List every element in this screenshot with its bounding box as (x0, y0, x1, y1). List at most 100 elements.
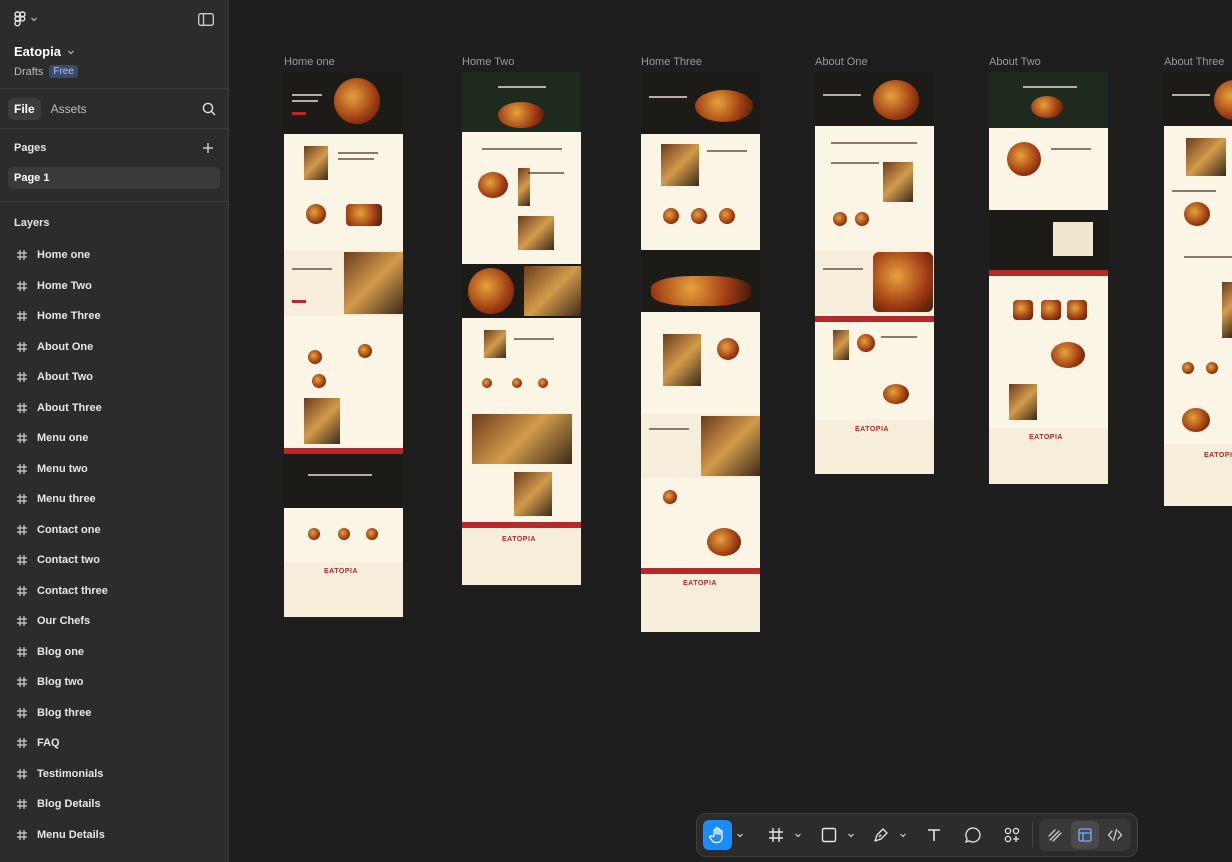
text-tool-button[interactable] (919, 820, 948, 850)
draw-mode-button[interactable] (1041, 821, 1069, 849)
frame-tool-dropdown[interactable] (792, 820, 804, 850)
layer-label: Home one (37, 249, 91, 262)
toolbar-divider (1031, 822, 1033, 848)
design-mode-button[interactable] (1070, 821, 1099, 849)
layer-item-home-one[interactable]: Home one (0, 240, 228, 271)
layer-item-contact-two[interactable]: Contact two (0, 545, 228, 576)
layer-label: Blog three (37, 706, 92, 719)
layer-item-menu-two[interactable]: Menu two (0, 454, 228, 485)
frame-hash-icon (16, 280, 28, 292)
actions-icon (1003, 826, 1021, 844)
layer-item-contact-one[interactable]: Contact one (0, 515, 228, 546)
rectangle-tool-button[interactable] (814, 820, 843, 850)
frame-label-about-one[interactable]: About One (815, 56, 868, 68)
layer-item-blog-two[interactable]: Blog two (0, 667, 228, 698)
frame-hash-icon (16, 402, 28, 414)
layer-item-home-three[interactable]: Home Three (0, 301, 228, 332)
toggle-sidebar-icon[interactable] (198, 12, 214, 26)
frame-home-three[interactable]: EATOPIA (641, 72, 760, 632)
frame-hash-icon (16, 798, 28, 810)
layer-item-menu-three[interactable]: Menu three (0, 484, 228, 515)
pen-tool-dropdown[interactable] (898, 820, 910, 850)
layer-item-contact-three[interactable]: Contact three (0, 576, 228, 607)
frame-brand-logo: EATOPIA (324, 568, 358, 575)
frame-label-home-three[interactable]: Home Three (641, 56, 702, 68)
draw-icon (1047, 827, 1063, 843)
frame-hash-icon (16, 768, 28, 780)
layer-label: Home Two (37, 279, 92, 292)
dev-mode-button[interactable] (1101, 821, 1129, 849)
frame-home-two[interactable]: EATOPIA (462, 72, 581, 585)
layer-item-blog-three[interactable]: Blog three (0, 698, 228, 729)
chevron-down-icon (30, 15, 38, 23)
rectangle-icon (821, 827, 837, 843)
frame-hash-icon (16, 249, 28, 261)
file-location[interactable]: Drafts (14, 66, 43, 78)
shape-tool-dropdown[interactable] (845, 820, 857, 850)
layer-item-blog-details[interactable]: Blog Details (0, 789, 228, 820)
frame-hash-icon (16, 310, 28, 322)
layer-item-menu-details[interactable]: Menu Details (0, 820, 228, 851)
hand-icon (708, 826, 726, 844)
code-icon (1107, 827, 1123, 843)
tab-file[interactable]: File (8, 97, 41, 120)
frame-brand-logo: EATOPIA (502, 536, 536, 543)
frame-about-three[interactable]: EATOPIA (1164, 72, 1232, 506)
layer-item-about-one[interactable]: About One (0, 332, 228, 363)
layer-label: Blog one (37, 645, 85, 658)
frame-brand-logo: EATOPIA (855, 426, 889, 433)
frame-hash-icon (16, 371, 28, 383)
layer-item-our-chefs[interactable]: Our Chefs (0, 606, 228, 637)
main-menu-button[interactable] (14, 11, 38, 27)
layer-label: About Three (37, 401, 102, 414)
comment-tool-button[interactable] (958, 820, 987, 850)
hand-tool-dropdown[interactable] (734, 820, 746, 850)
hand-tool-button[interactable] (703, 820, 732, 850)
frame-label-home-one[interactable]: Home one (284, 56, 335, 68)
left-sidebar: Eatopia Drafts Free File Assets Pages Pa… (0, 0, 229, 862)
figma-app: Eatopia Drafts Free File Assets Pages Pa… (0, 0, 1232, 862)
layer-item-blog-one[interactable]: Blog one (0, 637, 228, 668)
tab-assets[interactable]: Assets (45, 98, 93, 120)
frame-label-about-two[interactable]: About Two (989, 56, 1041, 68)
layers-section: Layers Home one Home Two Home Three About O… (0, 202, 228, 850)
layer-label: Contact one (37, 523, 101, 536)
layers-list: Home one Home Two Home Three About One About… (0, 240, 228, 850)
layer-item-testimonials[interactable]: Testimonials (0, 759, 228, 790)
layer-label: Blog two (37, 676, 84, 689)
layer-item-about-three[interactable]: About Three (0, 393, 228, 424)
frame-about-two[interactable]: EATOPIA (989, 72, 1108, 484)
add-page-icon[interactable] (202, 142, 214, 154)
layer-item-about-two[interactable]: About Two (0, 362, 228, 393)
frame-home-one[interactable]: EATOPIA (284, 72, 403, 617)
frame-hash-icon (16, 463, 28, 475)
layer-item-faq[interactable]: FAQ (0, 728, 228, 759)
comment-icon (964, 826, 982, 844)
search-icon[interactable] (202, 102, 216, 116)
frame-tool-button[interactable] (762, 820, 791, 850)
file-name-button[interactable]: Eatopia (14, 44, 214, 59)
actions-tool-button[interactable] (997, 820, 1026, 850)
frame-brand-logo: EATOPIA (1204, 452, 1232, 459)
frame-label-home-two[interactable]: Home Two (462, 56, 514, 68)
pen-tool-button[interactable] (867, 820, 896, 850)
chevron-down-icon (736, 831, 744, 839)
frame-hash-icon (16, 341, 28, 353)
frame-brand-logo: EATOPIA (683, 580, 717, 587)
layer-item-menu-one[interactable]: Menu one (0, 423, 228, 454)
frame-label-about-three[interactable]: About Three (1164, 56, 1224, 68)
pages-heading: Pages (14, 142, 47, 154)
frame-hash-icon (16, 707, 28, 719)
chevron-down-icon (847, 831, 855, 839)
frame-hash-icon (16, 676, 28, 688)
chevron-down-icon (899, 831, 907, 839)
layer-label: Home Three (37, 310, 101, 323)
page-item[interactable]: Page 1 (8, 167, 220, 189)
layer-label: Contact two (37, 554, 100, 567)
design-canvas[interactable]: Home one EATOPIA Home Two EATOPIA Home T… (230, 0, 1232, 862)
layer-label: Menu one (37, 432, 89, 445)
chevron-down-icon (794, 831, 802, 839)
layer-item-home-two[interactable]: Home Two (0, 271, 228, 302)
frame-about-one[interactable]: EATOPIA (815, 72, 934, 474)
layer-label: Menu Details (37, 828, 105, 841)
